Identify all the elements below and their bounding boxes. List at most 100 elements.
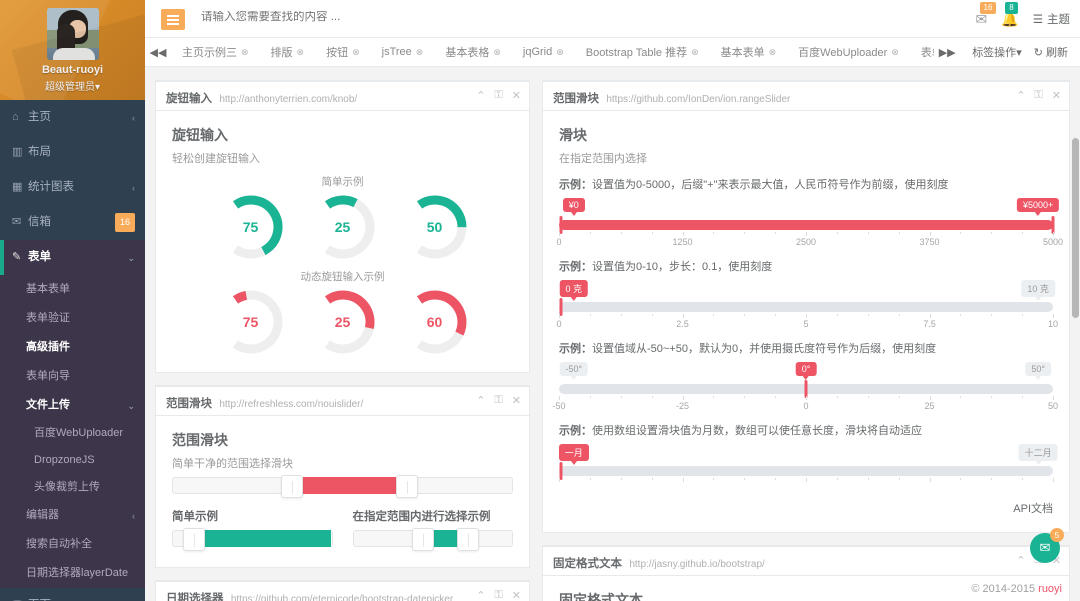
refresh-button[interactable]: ↻ 刷新 bbox=[1034, 44, 1068, 60]
sidebar-subitem-表单向导: 表单向导 bbox=[0, 362, 145, 391]
close-icon[interactable]: ✕ bbox=[1052, 89, 1061, 102]
collapse-icon[interactable]: ⌃ bbox=[476, 394, 485, 407]
close-icon[interactable]: ⊗ bbox=[297, 47, 305, 58]
sidebar-link-布局[interactable]: ▥ 布局 bbox=[0, 135, 145, 170]
close-icon[interactable]: ✕ bbox=[512, 394, 521, 407]
sidebar-link-页面[interactable]: 🖵页面‹ bbox=[0, 588, 145, 601]
close-icon[interactable]: ⊗ bbox=[416, 47, 424, 58]
sidebar-item-label: 头像裁剪上传 bbox=[34, 481, 100, 493]
home-icon: ⌂ bbox=[12, 111, 19, 123]
knob-dial[interactable]: 60 bbox=[401, 288, 469, 356]
mail-icon[interactable]: ✉ 16 bbox=[976, 1, 997, 28]
slider-tick-label: 1250 bbox=[672, 237, 693, 247]
sidebar-item-统计图表: ▦ 统计图表 ‹ bbox=[0, 170, 145, 205]
knob-dial[interactable]: 50 bbox=[401, 193, 469, 261]
close-icon[interactable]: ✕ bbox=[512, 89, 521, 102]
sidebar-subsublink-百度WebUploader[interactable]: 百度WebUploader bbox=[0, 420, 145, 447]
range-slider-right[interactable] bbox=[352, 528, 513, 551]
sidebar-item-布局: ▥ 布局 bbox=[0, 135, 145, 170]
vertical-scrollbar[interactable] bbox=[1072, 138, 1079, 318]
sidebar-sublink-日期选择器layerDate[interactable]: 日期选择器layerDate bbox=[0, 559, 145, 588]
slider-handle-end[interactable] bbox=[456, 528, 479, 551]
avatar[interactable] bbox=[46, 8, 99, 60]
knob-dial[interactable]: 25 bbox=[309, 288, 377, 356]
collapse-icon[interactable]: ⌃ bbox=[1016, 89, 1025, 102]
ionrange-slider[interactable]: 一月 十二月 bbox=[558, 444, 1058, 494]
search-input[interactable] bbox=[201, 11, 501, 23]
slider-tick-label: -50 bbox=[552, 401, 566, 411]
sidebar-item-主页: ⌂ 主页 ‹ bbox=[0, 100, 145, 135]
close-icon[interactable]: ⊗ bbox=[241, 47, 249, 58]
sidebar-link-统计图表[interactable]: ▦ 统计图表 ‹ bbox=[0, 170, 145, 205]
close-icon[interactable]: ⊗ bbox=[691, 47, 699, 58]
close-icon[interactable]: ⊗ bbox=[556, 47, 564, 58]
sidebar-sublink-高级插件[interactable]: 高级插件 bbox=[0, 333, 145, 362]
close-icon[interactable]: ⊗ bbox=[769, 47, 777, 58]
tabs-next-icon[interactable]: ▶▶ bbox=[934, 38, 960, 66]
api-doc-link[interactable]: API文档 bbox=[559, 500, 1053, 516]
collapse-icon[interactable]: ⌃ bbox=[476, 589, 485, 601]
sidebar-sublink-编辑器[interactable]: 编辑器 ‹ bbox=[0, 501, 145, 530]
tab-jqGrid[interactable]: jqGrid ⊗ bbox=[512, 38, 575, 66]
slider-tick-label: 50 bbox=[1047, 401, 1059, 411]
nouislider-track[interactable] bbox=[172, 528, 333, 551]
collapse-icon[interactable]: ⌃ bbox=[476, 89, 485, 102]
nouislider-track[interactable] bbox=[352, 528, 513, 551]
close-icon[interactable]: ⊗ bbox=[352, 47, 360, 58]
theme-button[interactable]: ☰ 主题 bbox=[1033, 11, 1070, 27]
tab-表单向导[interactable]: 表单向导⊗ bbox=[910, 38, 934, 66]
sidebar-sublink-文件上传[interactable]: 文件上传 ⌄ bbox=[0, 391, 145, 420]
knob-dial[interactable]: 25 bbox=[309, 193, 377, 261]
tab-Bootstrap Table 推荐[interactable]: Bootstrap Table 推荐 ⊗ bbox=[575, 38, 710, 66]
sidebar-sublink-搜索自动补全[interactable]: 搜索自动补全 bbox=[0, 530, 145, 559]
slider-tick-label: 2.5 bbox=[676, 319, 689, 329]
sidebar-sublink-表单验证[interactable]: 表单验证 bbox=[0, 304, 145, 333]
config-icon[interactable]: ⚿ bbox=[1034, 89, 1042, 102]
slider-handle-start[interactable] bbox=[182, 528, 205, 551]
sidebar-subsublink-DropzoneJS[interactable]: DropzoneJS bbox=[0, 447, 145, 474]
knob-dial[interactable]: 75 bbox=[217, 288, 285, 356]
slider-handle-start[interactable] bbox=[280, 475, 303, 498]
slider-handle-start[interactable] bbox=[412, 528, 435, 551]
range-slider-main[interactable] bbox=[172, 475, 513, 498]
panel-ionrange: 范围滑块 https://github.com/IonDen/ion.range… bbox=[542, 80, 1070, 533]
chat-icon[interactable]: ✉ 5 bbox=[1030, 528, 1064, 563]
close-icon[interactable]: ✕ bbox=[512, 589, 521, 601]
tab-基本表格[interactable]: 基本表格 ⊗ bbox=[434, 38, 512, 66]
sidebar-subsublink-头像裁剪上传[interactable]: 头像裁剪上传 bbox=[0, 474, 145, 501]
panel-ionrange-header: 范围滑块 https://github.com/IonDen/ion.range… bbox=[543, 82, 1069, 111]
hamburger-icon[interactable] bbox=[161, 9, 185, 30]
nouislider-track[interactable] bbox=[172, 475, 513, 498]
ionrange-slider[interactable]: 0 克 10 克 0 2.5 5 7.5 10 bbox=[556, 280, 1058, 330]
tab-按钮[interactable]: 按钮 ⊗ bbox=[315, 38, 371, 66]
config-icon[interactable]: ⚿ bbox=[494, 394, 502, 407]
knob-row-red: 75 25 60 bbox=[172, 288, 513, 356]
bell-icon[interactable]: 🔔 8 bbox=[1001, 1, 1019, 28]
sidebar-link-主页[interactable]: ⌂ 主页 ‹ bbox=[0, 100, 145, 135]
slider-tick-label: 7.5 bbox=[923, 319, 936, 329]
tab-基本表单[interactable]: 基本表单 ⊗ bbox=[710, 38, 788, 66]
collapse-icon[interactable]: ⌃ bbox=[1016, 554, 1025, 567]
tab-主页示例三[interactable]: 主页示例三 ⊗ bbox=[171, 38, 260, 66]
knob-value: 25 bbox=[334, 314, 351, 330]
tab-jsTree[interactable]: jsTree ⊗ bbox=[371, 38, 435, 66]
tabs-prev-icon[interactable]: ◀◀ bbox=[145, 38, 171, 66]
sidebar-sublink-基本表单[interactable]: 基本表单 bbox=[0, 275, 145, 304]
profile-role[interactable]: 超级管理员▾ bbox=[0, 78, 145, 93]
tab-百度WebUploader[interactable]: 百度WebUploader ⊗ bbox=[787, 38, 910, 66]
range-slider-left[interactable] bbox=[172, 528, 333, 551]
close-icon[interactable]: ⊗ bbox=[891, 47, 899, 58]
config-icon[interactable]: ⚿ bbox=[494, 89, 502, 102]
tab-排版[interactable]: 排版 ⊗ bbox=[260, 38, 316, 66]
sidebar-link-表单[interactable]: ✎ 表单 ⌄ bbox=[0, 240, 145, 275]
knob-dial[interactable]: 75 bbox=[217, 193, 285, 261]
slider-max-label: 50° bbox=[1025, 362, 1051, 380]
ionrange-slider[interactable]: -50° 50° 0° -50 -25 0 25 50 bbox=[552, 362, 1058, 412]
config-icon[interactable]: ⚿ bbox=[494, 589, 502, 601]
close-icon[interactable]: ⊗ bbox=[493, 47, 501, 58]
slider-handle-end[interactable] bbox=[395, 475, 418, 498]
tab-action-dropdown[interactable]: 标签操作▾ bbox=[972, 44, 1022, 60]
sidebar-sublink-表单向导[interactable]: 表单向导 bbox=[0, 362, 145, 391]
sidebar-link-信箱[interactable]: ✉ 信箱 16 bbox=[0, 205, 145, 240]
ionrange-slider[interactable]: ¥0 ¥5000+ 0 1250 2500 3750 5000 bbox=[556, 198, 1063, 248]
